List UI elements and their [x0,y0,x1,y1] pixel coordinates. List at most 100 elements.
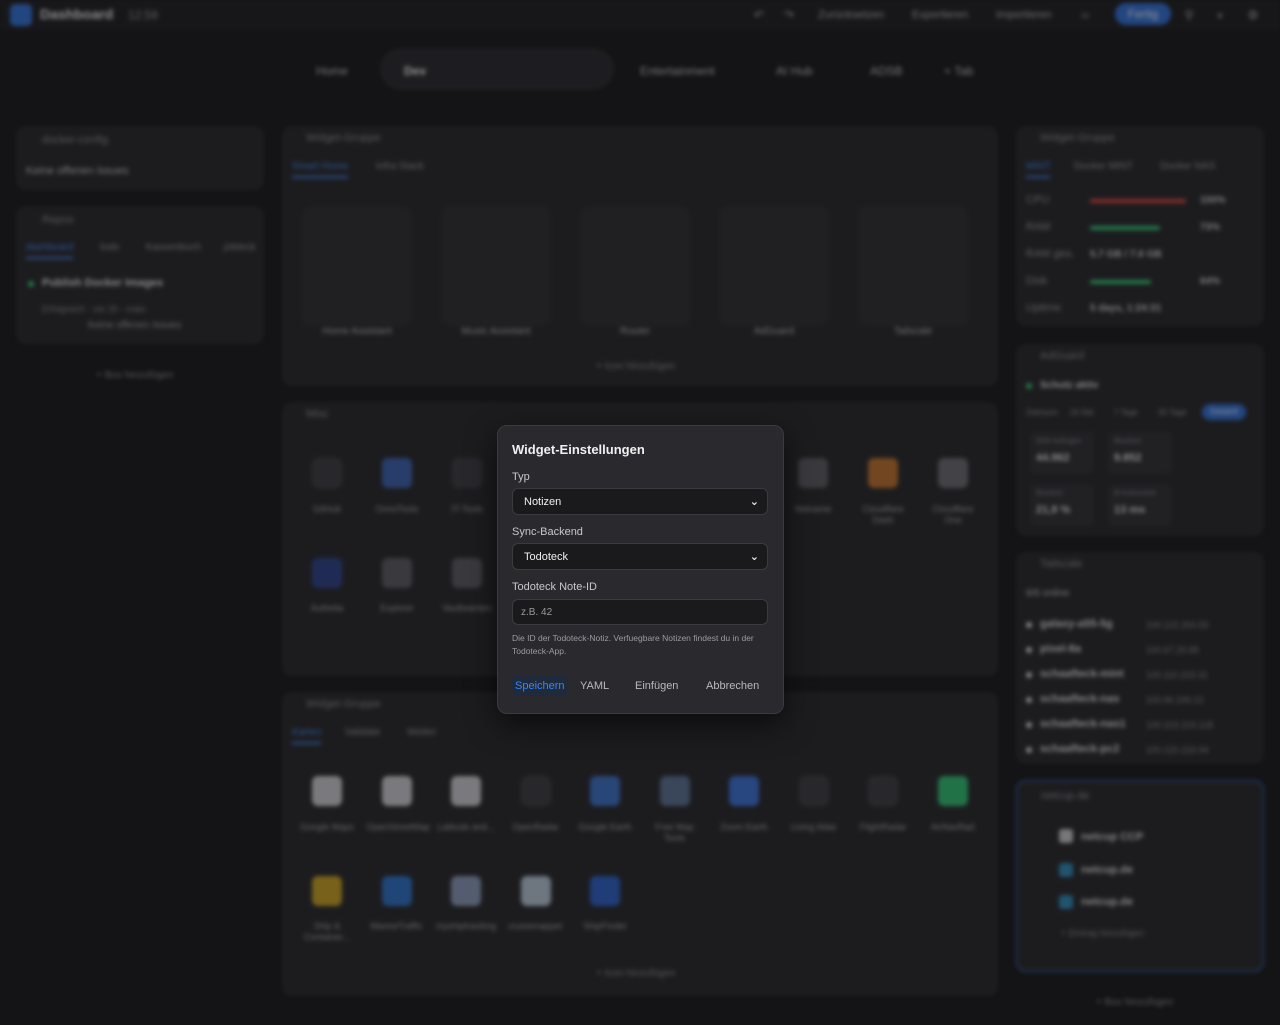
ship-app-icon[interactable] [451,876,481,906]
app-title: Dashboard [40,6,114,22]
node-ip: 100.67.25.68 [1146,645,1199,655]
omnitools-icon[interactable] [382,458,412,488]
range-option-active[interactable]: Gesamt [1202,404,1246,420]
repo-tab[interactable]: Kassenbuch [146,242,201,253]
map-app-icon[interactable] [868,776,898,806]
map-app-icon[interactable] [312,776,342,806]
node-status-dot [1026,722,1032,728]
code-icon[interactable]: ‹› [1078,8,1092,22]
group-tab[interactable]: Smart Home [292,161,349,178]
group-tab[interactable]: Infra Stack [376,161,424,172]
node-ip: 100.122.254.55 [1146,620,1209,630]
ship-app-icon[interactable] [381,876,412,906]
tab-ai-hub[interactable]: AI Hub [776,64,813,78]
group-tab[interactable]: Wetter [407,727,436,738]
node-ip: 100.110.223.31 [1146,670,1208,680]
cloudflare-icon[interactable] [868,458,898,488]
sync-backend-select[interactable]: Todoteck ⌄ [512,543,768,570]
insert-button[interactable]: Einfügen [635,680,678,692]
group-tab[interactable]: Validate [345,727,380,738]
ship-app-label: MarineTraffic [370,921,423,931]
host-tab[interactable]: Docker NAS [1160,161,1215,172]
host-tab[interactable]: Docker MINT [1074,161,1133,172]
netcup-icon [1059,895,1073,909]
add-icon-button[interactable]: + Icon hinzufügen [596,361,675,372]
add-box-button[interactable]: + Box hinzufügen [1096,997,1174,1008]
netcup-item[interactable]: netcup.de [1081,864,1133,876]
search-icon[interactable]: ⚲ [1182,8,1196,22]
repo-tab[interactable]: dashboard [26,242,74,259]
workflow-meta: Erfolgreich · vor 2h · main [42,304,146,314]
reset-button[interactable]: Zurücksetzen [818,9,884,21]
repo-tab[interactable]: jobteck [224,242,256,253]
tile-router[interactable] [580,206,690,326]
ship-app-icon[interactable] [520,876,551,906]
stat-label: CPU [1026,194,1050,206]
map-app-icon[interactable] [451,776,481,806]
card-label: Blockiert [1114,438,1141,445]
card-value: 44.962 [1036,452,1070,464]
authelia-icon[interactable] [312,558,342,588]
range-option[interactable]: 30 Tage [1158,408,1186,417]
map-app-icon[interactable] [798,776,829,806]
tile-adguard[interactable] [719,206,829,326]
tab-adsb[interactable]: ADSB [870,64,903,78]
map-app-icon[interactable] [937,776,968,806]
ship-app-icon[interactable] [590,876,620,906]
widget-group-smarthome: Widget-Gruppe Smart Home Infra Stack Hom… [282,126,998,386]
host-tab[interactable]: MINT [1026,161,1051,178]
panel-title: Widget-Gruppe [306,698,381,710]
range-option[interactable]: 24 Std. [1070,408,1095,417]
github-icon[interactable] [312,458,342,488]
import-button[interactable]: Importieren [996,9,1052,21]
map-app-label: Zoom Earth [720,822,768,832]
map-app-icon[interactable] [381,776,412,806]
theme-icon[interactable]: ◐ [1214,8,1228,22]
repo-tab[interactable]: todo [100,242,119,253]
tile-music-assistant[interactable] [441,206,551,326]
gear-icon[interactable]: ⚙ [1246,8,1260,22]
dashboard-logo-icon[interactable] [10,4,32,26]
netcup-item[interactable]: netcup CCP [1081,831,1143,843]
save-button[interactable]: Speichern [512,676,568,696]
type-select[interactable]: Notizen ⌄ [512,488,768,515]
docker-config-panel: docker-config Keine offenen Issues [16,126,264,190]
netcup-item[interactable]: netcup.de [1081,896,1133,908]
tile-tailscale[interactable] [858,206,968,326]
redo-icon[interactable]: ↷ [782,8,796,22]
misc-label: IT-Tools [451,504,483,514]
terminal-icon[interactable] [452,458,482,488]
repos-panel: Repos dashboard todo Kassenbuch jobteck … [16,206,264,344]
tab-dev[interactable]: Dev [404,64,426,78]
type-label: Typ [512,471,530,483]
tile-label: Router [619,326,650,337]
add-tab-button[interactable]: + Tab [944,64,973,78]
netname-icon[interactable] [798,458,828,488]
add-box-button[interactable]: + Box hinzufügen [96,370,174,381]
map-app-icon[interactable] [729,776,759,806]
add-entry-button[interactable]: + Eintrag hinzufügen [1061,928,1144,938]
vaultwarden-icon[interactable] [452,558,482,588]
yaml-button[interactable]: YAML [580,680,609,692]
tab-home[interactable]: Home [316,64,348,78]
range-option[interactable]: 7 Tage [1114,408,1138,417]
workflow-name[interactable]: Publish Docker Images [42,277,163,289]
node-ip: 100.96.249.12 [1146,695,1204,705]
map-app-icon[interactable] [590,776,620,806]
tab-entertainment[interactable]: Entertainment [640,64,715,78]
tile-home-assistant[interactable] [302,206,412,326]
map-app-icon[interactable] [520,776,551,806]
status-dot [1026,383,1032,389]
group-tab[interactable]: Karten [292,727,322,744]
map-app-label: OpenRadar [512,822,559,832]
add-icon-button[interactable]: + Icon hinzufügen [596,968,675,979]
note-id-input[interactable] [512,599,768,625]
undo-icon[interactable]: ↶ [752,8,766,22]
explorer-icon[interactable] [382,558,412,588]
cancel-button[interactable]: Abbrechen [706,680,759,692]
ship-app-icon[interactable] [312,876,342,906]
done-button[interactable]: Fertig [1115,3,1171,25]
export-button[interactable]: Exportieren [912,9,968,21]
map-app-icon[interactable] [659,776,690,806]
cloudflare-one-icon[interactable] [938,458,968,488]
